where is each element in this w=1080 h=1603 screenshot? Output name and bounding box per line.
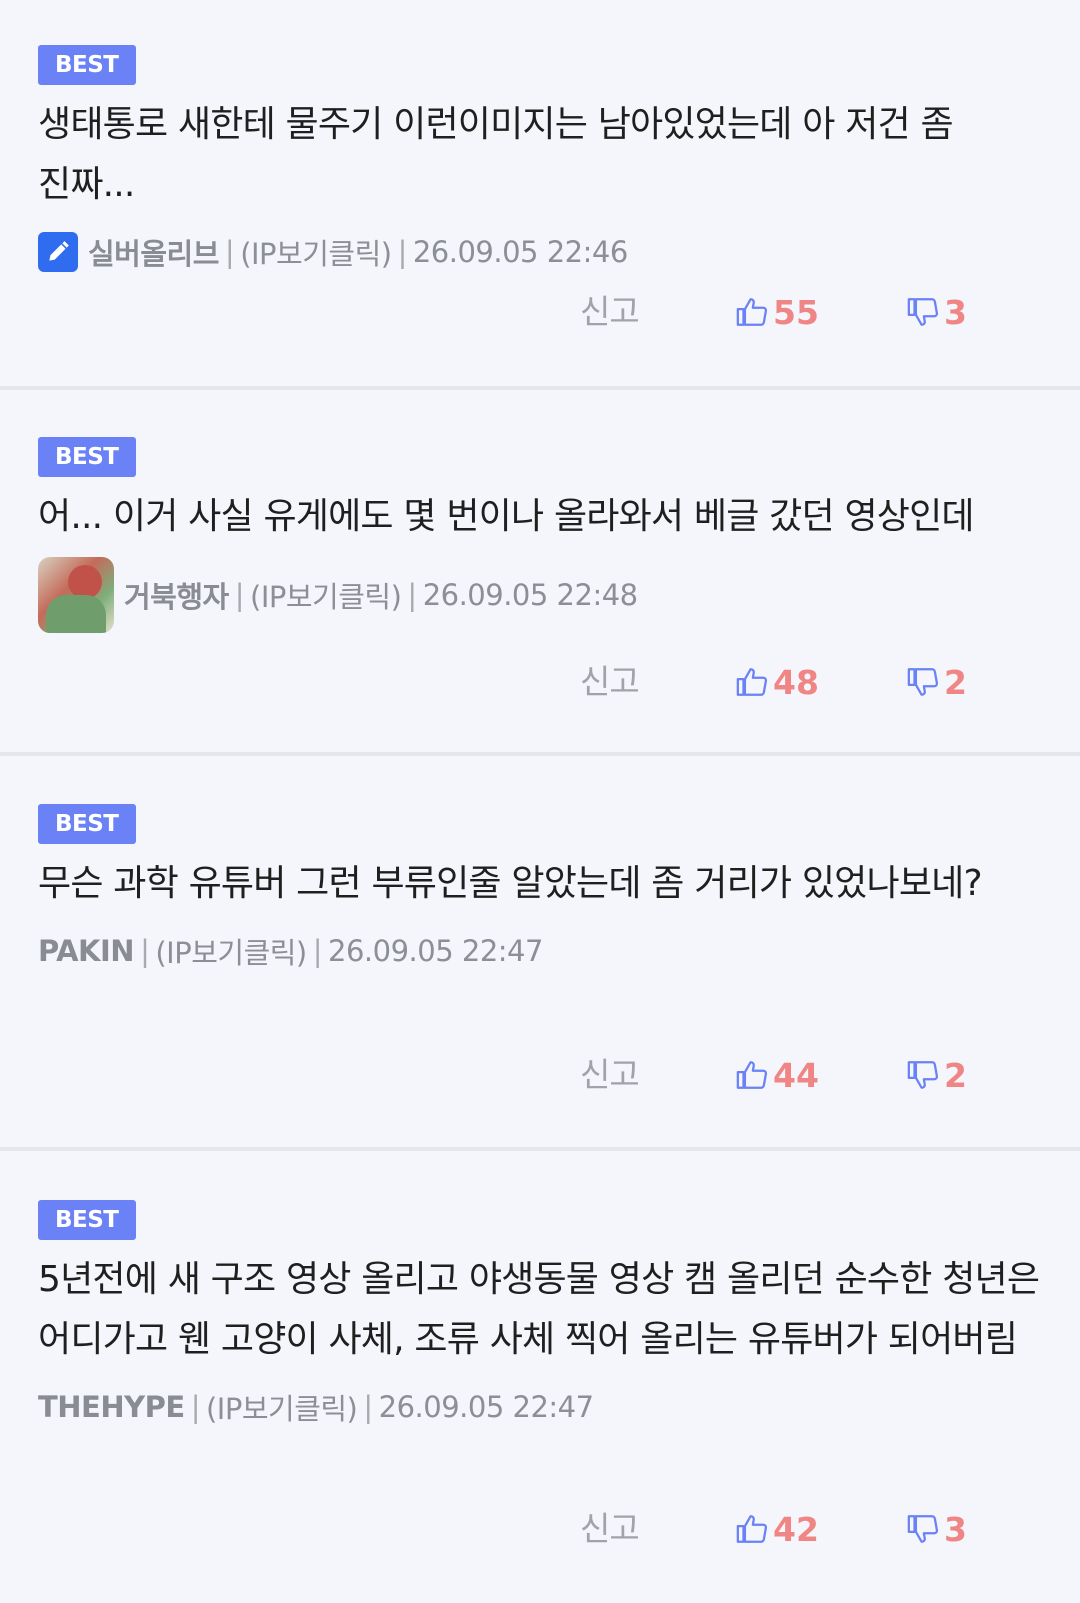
comment-item: BEST 생태통로 새한테 물주기 이런이미지는 남아있었는데 아 저건 좀 진… (0, 0, 1080, 386)
comment-text: 생태통로 새한테 물주기 이런이미지는 남아있었는데 아 저건 좀 진짜... (38, 104, 954, 205)
comment-actions: 신고 55 3 (0, 287, 1080, 337)
dislike-count: 2 (944, 1055, 967, 1095)
comment-meta: PAKIN | (IP보기클릭) | 26.09.05 22:47 (38, 926, 1042, 976)
comment-meta: 거북행자 | (IP보기클릭) | 26.09.05 22:48 (38, 555, 1042, 635)
comment-item: BEST 5년전에 새 구조 영상 올리고 야생동물 영상 캠 올리던 순수한 … (0, 1147, 1080, 1599)
dislike-button[interactable]: 3 (906, 287, 967, 337)
comment-date: 26.09.05 22:48 (422, 578, 638, 612)
ip-link[interactable]: (IP보기클릭) (155, 930, 307, 972)
dislike-button[interactable]: 2 (906, 657, 967, 707)
separator: | (224, 235, 235, 269)
separator: | (397, 235, 408, 269)
report-button[interactable]: 신고 (580, 657, 640, 707)
like-count: 44 (773, 1055, 819, 1095)
best-badge: BEST (38, 437, 136, 477)
author-name[interactable]: 실버올리브 (88, 231, 219, 273)
ip-link[interactable]: (IP보기클릭) (206, 1386, 358, 1428)
separator: | (407, 578, 417, 612)
dislike-count: 3 (944, 1509, 967, 1549)
separator: | (312, 934, 323, 968)
thumbs-up-icon (736, 1515, 768, 1543)
separator: | (234, 578, 245, 612)
best-badge: BEST (38, 45, 136, 85)
comment-date: 26.09.05 22:47 (328, 934, 543, 968)
report-button[interactable]: 신고 (580, 1504, 640, 1554)
ip-link[interactable]: (IP보기클릭) (240, 231, 392, 273)
author-name[interactable]: 거북행자 (124, 574, 229, 616)
thumbs-up-icon (736, 1061, 768, 1089)
like-button[interactable]: 42 (735, 1504, 819, 1554)
comment-text: 5년전에 새 구조 영상 올리고 야생동물 영상 캠 올리던 순수한 청년은 어… (38, 1259, 1040, 1360)
dislike-button[interactable]: 2 (906, 1050, 967, 1100)
report-button[interactable]: 신고 (580, 1050, 640, 1100)
dislike-count: 3 (944, 292, 967, 332)
like-count: 55 (773, 292, 819, 332)
best-badge: BEST (38, 804, 136, 844)
like-count: 48 (773, 662, 819, 702)
ip-link[interactable]: (IP보기클릭) (250, 574, 402, 616)
comment-actions: 신고 48 2 (0, 657, 1080, 707)
comment-date: 26.09.05 22:46 (412, 235, 628, 269)
separator: | (190, 1390, 201, 1424)
comment-list: BEST 생태통로 새한테 물주기 이런이미지는 남아있었는데 아 저건 좀 진… (0, 0, 1080, 1599)
comment-text: 어... 이거 사실 유게에도 몇 번이나 올라와서 베글 갔던 영상인데 (38, 496, 975, 537)
avatar[interactable] (38, 557, 114, 633)
separator: | (140, 934, 150, 968)
thumbs-down-icon (907, 298, 939, 326)
dislike-count: 2 (944, 662, 967, 702)
like-button[interactable]: 44 (735, 1050, 819, 1100)
thumbs-down-icon (907, 1515, 939, 1543)
author-name[interactable]: THEHYPE (38, 1390, 185, 1424)
like-count: 42 (773, 1509, 819, 1549)
separator: | (363, 1390, 373, 1424)
comment-meta: THEHYPE | (IP보기클릭) | 26.09.05 22:47 (38, 1382, 1042, 1432)
comment-meta: 실버올리브 | (IP보기클릭) | 26.09.05 22:46 (38, 227, 1042, 277)
comment-item: BEST 무슨 과학 유튜버 그런 부류인줄 알았는데 좀 거리가 있었나보네?… (0, 752, 1080, 1147)
comment-actions: 신고 44 2 (0, 1050, 1080, 1100)
comment-item: BEST 어... 이거 사실 유게에도 몇 번이나 올라와서 베글 갔던 영상… (0, 386, 1080, 752)
best-badge: BEST (38, 1200, 136, 1240)
comment-text: 무슨 과학 유튜버 그런 부류인줄 알았는데 좀 거리가 있었나보네? (38, 863, 983, 904)
author-name[interactable]: PAKIN (38, 934, 135, 968)
comment-date: 26.09.05 22:47 (378, 1390, 594, 1424)
dislike-button[interactable]: 3 (906, 1504, 967, 1554)
thumbs-up-icon (736, 298, 768, 326)
thumbs-down-icon (907, 1061, 939, 1089)
like-button[interactable]: 48 (735, 657, 819, 707)
report-button[interactable]: 신고 (580, 287, 640, 337)
thumbs-up-icon (736, 668, 768, 696)
pen-icon (38, 232, 78, 272)
thumbs-down-icon (907, 668, 939, 696)
comment-actions: 신고 42 3 (0, 1504, 1080, 1554)
like-button[interactable]: 55 (735, 287, 819, 337)
